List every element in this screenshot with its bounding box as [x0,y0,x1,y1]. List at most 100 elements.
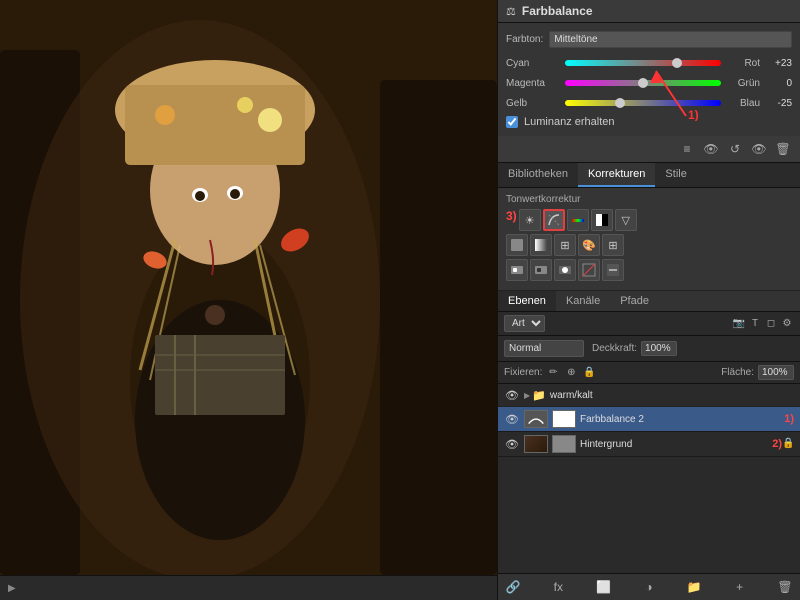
farbbalance2-annotation: 1) [784,413,794,425]
farbbalance2-mask-thumb [552,410,576,428]
cyan-rot-slider-container[interactable] [565,56,721,70]
layer-group-warm-kalt[interactable]: 👁 ▶ 📁 warm/kalt [498,384,800,407]
layer-hintergrund[interactable]: 👁 Hintergrund 2) 🔒 [498,432,800,457]
deckkraft-input[interactable] [641,341,677,356]
magenta-gruen-thumb[interactable] [638,78,648,88]
main-tabs: Bibliotheken Korrekturen Stile [498,163,800,188]
fix-pencil-icon[interactable]: ✏ [546,366,560,380]
rot-label: Rot [725,58,760,69]
type-icon[interactable]: T [748,317,762,331]
gelb-blau-thumb[interactable] [615,98,625,108]
cyan-rot-value: +23 [764,58,792,69]
curves-icon[interactable] [543,209,565,231]
balance-icon: ⚖ [506,5,516,18]
gelb-blau-slider-container[interactable] [565,96,721,110]
shape-icon[interactable]: ◻ [764,317,778,331]
new-adjustment-icon[interactable]: ◑ [640,578,658,596]
farbbalance-title: Farbbalance [522,4,593,18]
tool-row-2: ⊞ 🎨 ⊞ [506,234,792,256]
bottom-status: ▶ [8,583,16,594]
brightness-icon[interactable]: ☀ [519,209,541,231]
mask4-icon[interactable] [578,259,600,281]
new-group-icon[interactable]: 📁 [685,578,703,596]
layers-section: Ebenen Kanäle Pfade Art 📷 T ◻ ⚙ Normal M… [498,291,800,600]
farbton-dropdown[interactable]: Mitteltöne Tiefen Lichter [549,31,792,48]
layer-farbbalance2[interactable]: 👁 Farbbalance 2 1) [498,407,800,432]
luminanz-checkbox[interactable] [506,116,518,128]
luminanz-row: Luminanz erhalten [506,116,792,128]
magenta-label: Magenta [506,78,561,89]
mask4-svg [582,263,596,277]
gear-small-icon[interactable]: ⚙ [780,317,794,331]
fixieren-label: Fixieren: [504,367,542,378]
annotation-3: 3) [506,209,517,231]
new-layer-icon[interactable]: + [731,578,749,596]
photo-background [0,0,497,575]
gelb-blau-value: -25 [764,98,792,109]
gelb-blau-row: Gelb Blau -25 [506,96,792,110]
hsl-svg [571,213,585,227]
korrekturen-label: Tonwertkorrektur [506,194,792,205]
bw-icon[interactable] [591,209,613,231]
gradient-icon[interactable]: ▽ [615,209,637,231]
hintergrund-thumb [524,435,548,453]
link-layers-icon[interactable]: 🔗 [504,578,522,596]
art-icons: 📷 T ◻ ⚙ [732,317,794,331]
delete-layer-icon[interactable]: 🗑 [776,578,794,596]
fix-lock-icon[interactable]: 🔒 [582,366,596,380]
hintergrund-mask-thumb [552,435,576,453]
magenta-gruen-row: Magenta Grün 0 [506,76,792,90]
mask2-icon[interactable] [530,259,552,281]
grad2-svg [534,238,548,252]
hsl-icon[interactable] [567,209,589,231]
undo-icon[interactable]: ↺ [726,140,744,158]
mask3-icon[interactable] [554,259,576,281]
tool-row-1: 3) ☀ ▽ [506,209,792,231]
add-mask-icon[interactable]: ⬜ [595,578,613,596]
mask1-icon[interactable] [506,259,528,281]
mask2-svg [534,263,548,277]
fix-move-icon[interactable]: ⊕ [564,366,578,380]
tab-ebenen[interactable]: Ebenen [498,291,556,311]
camera-icon[interactable]: 📷 [732,317,746,331]
magenta-gruen-slider-container[interactable] [565,76,721,90]
tab-kanaele[interactable]: Kanäle [556,291,610,311]
mask5-icon[interactable] [602,259,624,281]
eye2-icon[interactable]: 👁 [750,140,768,158]
gradient2-icon[interactable] [530,234,552,256]
farbton-label: Farbton: [506,34,543,45]
magenta-gruen-value: 0 [764,78,792,89]
luminanz-label: Luminanz erhalten [524,116,615,128]
tab-korrekturen[interactable]: Korrekturen [578,163,655,187]
blend-mode-dropdown[interactable]: Normal Multiplizieren Abblenden [504,340,584,357]
cyan-rot-thumb[interactable] [672,58,682,68]
bw-svg [595,213,609,227]
gelb-label: Gelb [506,98,561,109]
tab-bibliotheken[interactable]: Bibliotheken [498,163,578,187]
tab-stile[interactable]: Stile [655,163,696,187]
mask3-svg [558,263,572,277]
group-triangle-icon: ▶ [524,391,530,400]
solid-color-icon[interactable] [506,234,528,256]
pattern-icon[interactable]: ⊞ [554,234,576,256]
mask5-svg [606,263,620,277]
cyan-rot-track [565,60,721,66]
gruen-label: Grün [725,78,760,89]
art-dropdown[interactable]: Art [504,315,545,332]
visibility-icon[interactable]: 👁 [702,140,720,158]
fx-icon[interactable]: fx [549,578,567,596]
hintergrund-visibility-eye[interactable]: 👁 [504,436,520,452]
flaeche-input[interactable] [758,365,794,380]
fixieren-row: Fixieren: ✏ ⊕ 🔒 Fläche: [498,362,800,384]
grid-icon[interactable]: ⊞ [602,234,624,256]
farbbalance-header: ⚖ Farbbalance [498,0,800,23]
color-lookup-icon[interactable]: 🎨 [578,234,600,256]
group-visibility-eye[interactable]: 👁 [504,387,520,403]
layers-icon[interactable]: ≡ [678,140,696,158]
farbbalance2-visibility-eye[interactable]: 👁 [504,411,520,427]
tab-pfade[interactable]: Pfade [610,291,659,311]
trash-icon[interactable]: 🗑 [774,140,792,158]
group-folder-icon: 📁 [532,389,546,402]
deckkraft-label: Deckkraft: [592,343,637,354]
bottom-bar: ▶ [0,575,497,600]
